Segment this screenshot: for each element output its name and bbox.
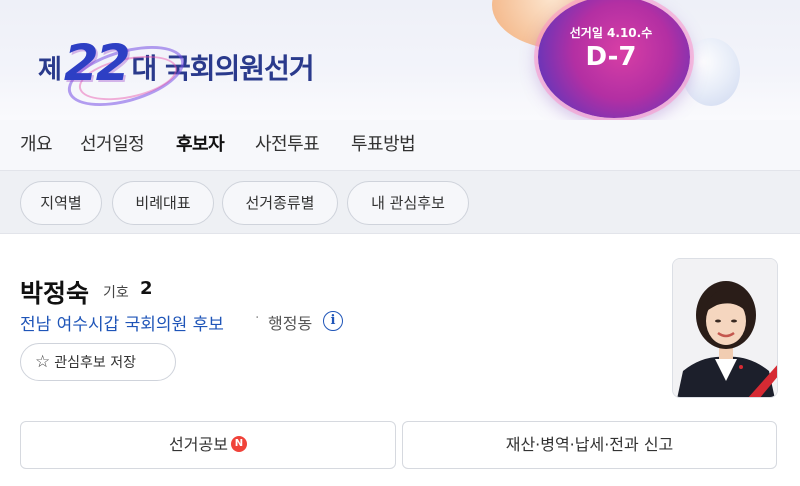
filter-election-type[interactable]: 선거종류별 [222,181,338,225]
candidate-symbol-label: 기호 [103,285,129,301]
election-logo[interactable]: 제 22 대 국회의원선거 [38,28,315,118]
filter-proportional[interactable]: 비례대표 [112,181,214,225]
filter-bar: 지역별 비례대표 선거종류별 내 관심후보 [0,170,800,234]
election-pledge-button[interactable]: 선거공보 N [20,421,396,469]
candidate-district-link[interactable]: 전남 여수시갑 국회의원 후보 [20,310,224,335]
filter-region[interactable]: 지역별 [20,181,102,225]
info-icon[interactable]: i [323,311,343,331]
administrative-dong: 행정동 [268,314,313,333]
election-date: 선거일 4.10.수 [569,26,653,40]
save-favorite-button[interactable]: ☆ 관심후보 저장 [20,343,176,381]
election-banner: 선거일 4.10.수 D-7 제 22 대 국회의원선거 [0,0,800,120]
star-outline-icon: ☆ [35,352,51,372]
tab-candidates[interactable]: 후보자 [176,120,225,170]
logo-prefix: 제 [38,54,62,85]
logo-number: 22 [63,34,131,92]
filter-my-favorites[interactable]: 내 관심후보 [347,181,469,225]
disclosure-label: 재산·병역·납세·전과 신고 [505,435,674,454]
dday-counter: D-7 [585,42,637,72]
save-favorite-label: 관심후보 저장 [54,355,136,371]
candidate-symbol-number: 2 [140,278,153,299]
election-pledge-label: 선거공보 [169,435,228,454]
tab-how-to-vote[interactable]: 투표방법 [351,120,416,170]
tab-early-voting[interactable]: 사전투표 [255,120,320,170]
separator: · [255,310,260,326]
tab-schedule[interactable]: 선거일정 [80,120,145,170]
section-tabs: 개요 선거일정 후보자 사전투표 투표방법 [0,120,800,170]
tab-overview[interactable]: 개요 [20,120,53,170]
candidate-portrait [673,259,777,397]
candidate-photo [672,258,778,398]
new-badge: N [230,436,247,452]
candidate-name: 박정숙 [20,279,90,308]
disclosure-button[interactable]: 재산·병역·납세·전과 신고 [402,421,777,469]
